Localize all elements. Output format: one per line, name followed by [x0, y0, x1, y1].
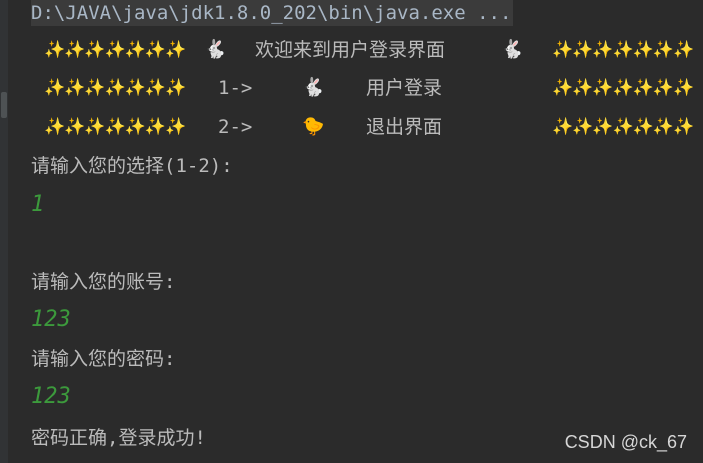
- sparkles-left: ✨✨✨✨✨✨✨: [44, 78, 186, 98]
- login-result: 密码正确,登录成功!: [31, 427, 206, 449]
- command-line: D:\JAVA\java\jdk1.8.0_202\bin\java.exe .…: [31, 0, 514, 26]
- banner-title: 欢迎来到用户登录界面: [255, 39, 446, 61]
- run-console[interactable]: D:\JAVA\java\jdk1.8.0_202\bin\java.exe .…: [0, 0, 703, 463]
- console-gutter: [0, 0, 8, 463]
- input-choice: 1: [31, 192, 45, 217]
- option-label: 用户登录: [366, 77, 443, 99]
- sparkles-right: ✨✨✨✨✨✨✨: [552, 117, 694, 137]
- rabbit-icon: 🐇: [501, 39, 524, 60]
- sparkles-right: ✨✨✨✨✨✨✨: [552, 40, 694, 60]
- sparkles-right: ✨✨✨✨✨✨✨: [552, 78, 694, 98]
- banner-title-row: ✨✨✨✨✨✨✨ 🐇 欢迎来到用户登录界面 🐇 ✨✨✨✨✨✨✨: [44, 37, 694, 63]
- prompt-choice: 请输入您的选择(1-2):: [31, 155, 233, 177]
- option-number: 1->: [218, 77, 253, 99]
- sparkles-left: ✨✨✨✨✨✨✨: [44, 40, 186, 60]
- chick-icon: 🐤: [302, 116, 325, 137]
- rabbit-icon: 🐇: [204, 39, 227, 60]
- input-password: 123: [31, 384, 71, 409]
- csdn-watermark: CSDN @ck_67: [564, 432, 687, 452]
- input-account: 123: [31, 307, 71, 332]
- menu-option-login: ✨✨✨✨✨✨✨ 1-> 🐇 用户登录 ✨✨✨✨✨✨✨: [44, 75, 694, 101]
- option-number: 2->: [218, 116, 253, 138]
- prompt-account: 请输入您的账号:: [31, 271, 176, 293]
- rabbit-icon: 🐇: [302, 77, 325, 98]
- menu-option-exit: ✨✨✨✨✨✨✨ 2-> 🐤 退出界面 ✨✨✨✨✨✨✨: [44, 114, 694, 140]
- sparkles-left: ✨✨✨✨✨✨✨: [44, 117, 186, 137]
- option-label: 退出界面: [366, 116, 443, 138]
- prompt-password: 请输入您的密码:: [31, 348, 176, 370]
- gutter-marker: [1, 92, 7, 118]
